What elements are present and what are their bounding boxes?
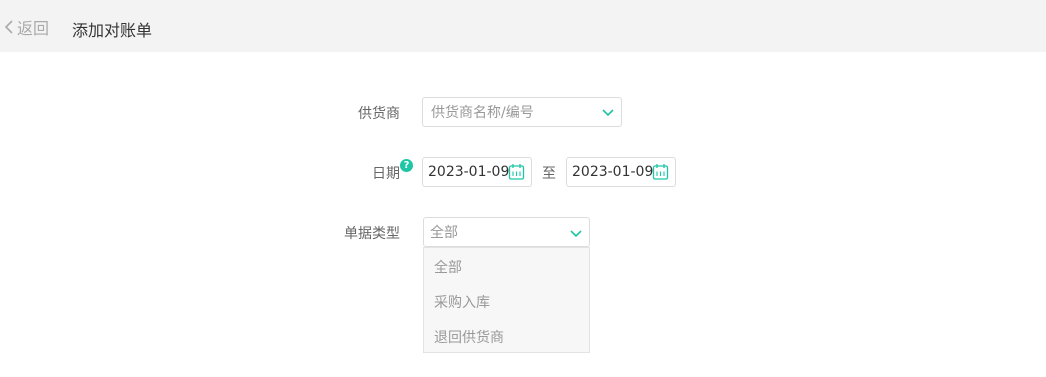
- doc-type-select[interactable]: 全部: [423, 217, 590, 247]
- start-date-input[interactable]: 2023-01-09: [422, 157, 532, 187]
- date-label: 日期: [372, 166, 400, 182]
- start-date-value: 2023-01-09: [428, 164, 510, 180]
- option-purchase-inbound[interactable]: 采购入库: [434, 292, 490, 312]
- supplier-placeholder: 供货商名称/编号: [431, 105, 534, 121]
- help-icon[interactable]: ?: [400, 159, 413, 172]
- doc-type-selected: 全部: [430, 225, 458, 241]
- option-all[interactable]: 全部: [434, 257, 462, 277]
- chevron-left-icon: [4, 20, 13, 34]
- calendar-icon: [652, 164, 669, 180]
- chevron-down-icon: [570, 230, 582, 238]
- end-date-input[interactable]: 2023-01-09: [566, 157, 676, 187]
- end-date-value: 2023-01-09: [572, 164, 654, 180]
- back-button[interactable]: 返回: [4, 17, 50, 38]
- date-range-separator: 至: [542, 166, 556, 182]
- option-return-to-supplier[interactable]: 退回供货商: [434, 327, 504, 347]
- supplier-label: 供货商: [358, 106, 400, 122]
- page-header: 返回 添加对账单: [0, 0, 1046, 52]
- chevron-down-icon: [602, 109, 614, 117]
- supplier-select[interactable]: 供货商名称/编号: [422, 97, 622, 127]
- page-title: 添加对账单: [72, 21, 153, 40]
- doc-type-label: 单据类型: [344, 226, 400, 242]
- calendar-icon: [508, 164, 525, 180]
- doc-type-dropdown: 全部 采购入库 退回供货商: [423, 247, 590, 353]
- back-label: 返回: [17, 19, 50, 38]
